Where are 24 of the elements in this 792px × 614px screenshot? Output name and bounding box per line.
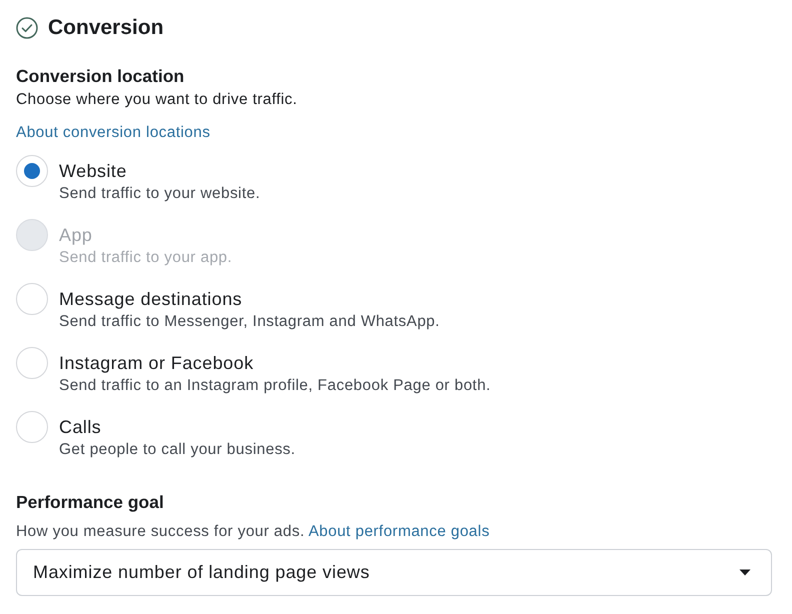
- radio-button[interactable]: [16, 411, 48, 443]
- option-description: Get people to call your business.: [59, 440, 296, 460]
- section-description: How you measure success for your ads. About performance goals: [16, 522, 491, 542]
- option-label: Message destinations: [59, 288, 242, 310]
- about-link[interactable]: About performance goals: [308, 523, 490, 540]
- option-label: Website: [59, 160, 127, 182]
- option-description: Send traffic to an Instagram profile, Facebook Page or both.: [59, 376, 491, 396]
- option-description: Send traffic to your app.: [59, 248, 232, 268]
- option-label: Calls: [59, 416, 102, 438]
- goal-dropdown[interactable]: Maximize number of landing page views: [16, 549, 772, 596]
- section-heading: Conversion location: [16, 65, 186, 87]
- option-label: Instagram or Facebook: [59, 352, 254, 374]
- radio-button[interactable]: [16, 283, 48, 315]
- section-title: Conversion: [48, 17, 164, 39]
- section-heading: Performance goal: [16, 491, 165, 513]
- section-description: Choose where you want to drive traffic.: [16, 90, 298, 110]
- option-description: Send traffic to your website.: [59, 184, 260, 204]
- radio-button[interactable]: [16, 155, 48, 187]
- about-link[interactable]: About conversion locations: [16, 123, 210, 143]
- caret-icon: [739, 569, 751, 576]
- option-label: App: [59, 224, 92, 246]
- option-description: Send traffic to Messenger, Instagram and WhatsApp.: [59, 312, 440, 332]
- check-circle-icon: [16, 17, 38, 39]
- radio-button[interactable]: [16, 347, 48, 379]
